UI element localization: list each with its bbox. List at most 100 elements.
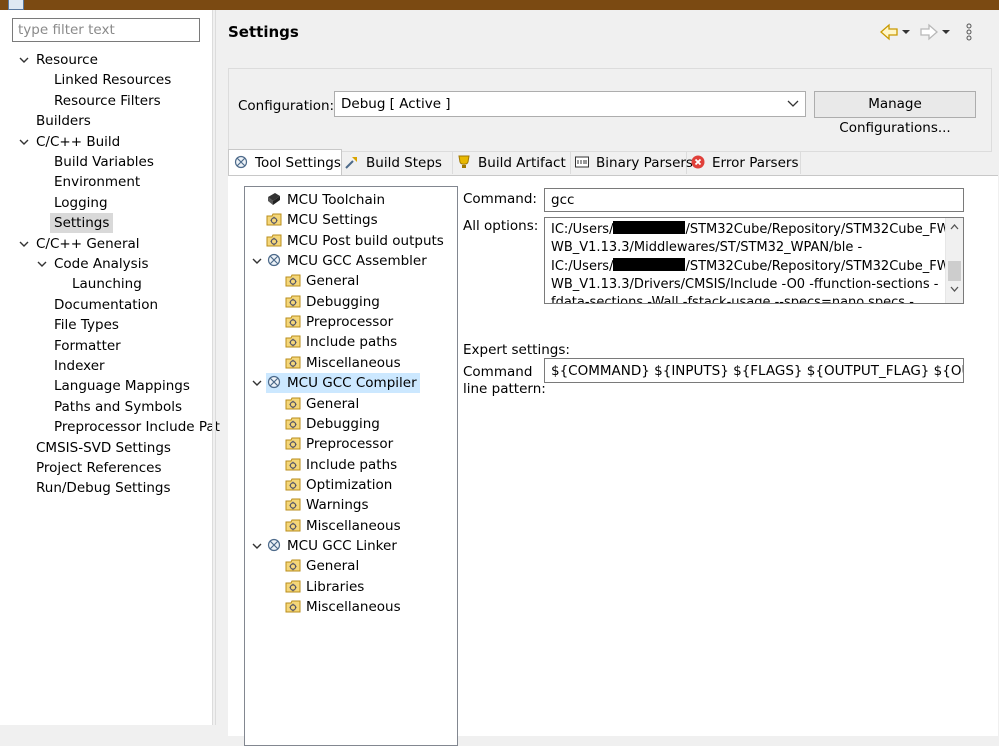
sidebar-item[interactable]: C/C++ General: [19, 234, 140, 254]
filter-input[interactable]: type filter text: [12, 18, 200, 42]
option-line: fdata-sections -Wall -fstack-usage --spe…: [551, 294, 937, 303]
sidebar-item[interactable]: Code Analysis: [37, 254, 148, 274]
tool-tree-item[interactable]: Include paths: [285, 332, 397, 352]
command-input[interactable]: gcc: [544, 188, 964, 212]
build-steps-icon: [344, 155, 366, 171]
tool-tree-item[interactable]: MCU GCC Assembler: [252, 251, 427, 271]
sidebar-item[interactable]: Environment: [54, 172, 140, 192]
tool-tree-label: Include paths: [306, 456, 398, 473]
tool-tree-label: Miscellaneous: [306, 354, 401, 371]
sidebar-item-label: Project References: [36, 460, 162, 476]
sidebar-item[interactable]: Language Mappings: [54, 376, 190, 396]
tool-tree-label: General: [306, 273, 360, 290]
back-dropdown-icon[interactable]: [902, 30, 910, 34]
sidebar-item[interactable]: Builders: [36, 111, 91, 131]
tab-label: Error Parsers: [712, 155, 799, 171]
scroll-down-icon[interactable]: [950, 286, 959, 293]
sidebar-item[interactable]: Formatter: [54, 336, 121, 356]
sidebar-item-label: CMSIS-SVD Settings: [36, 439, 171, 456]
tool-tree-item[interactable]: Libraries: [285, 577, 364, 597]
back-arrow-icon[interactable]: [880, 23, 898, 41]
sidebar-item[interactable]: Resource: [19, 50, 98, 70]
sidebar-item-label: Preprocessor Include Pat: [54, 419, 220, 436]
tool-tree-item[interactable]: Preprocessor: [285, 434, 393, 454]
sidebar-item[interactable]: Project References: [36, 458, 162, 478]
sidebar-item-label: C/C++ General: [36, 235, 140, 252]
chevron-down-icon[interactable]: [37, 259, 47, 269]
pattern-label-line1: Command: [463, 364, 533, 380]
sidebar-item[interactable]: Preprocessor Include Pat: [54, 417, 220, 437]
tool-tree-item[interactable]: MCU Post build outputs: [266, 231, 444, 251]
tool-tree-label: Warnings: [306, 497, 369, 514]
tool-tree-label: MCU GCC Linker: [287, 537, 397, 554]
sidebar-item-label: Linked Resources: [54, 72, 172, 89]
tool-tree-item[interactable]: MCU Toolchain: [266, 190, 385, 210]
tool-tree-label: MCU Post build outputs: [287, 232, 444, 249]
sidebar-item[interactable]: Indexer: [54, 356, 105, 376]
sidebar-item[interactable]: File Types: [54, 315, 119, 335]
forward-arrow-icon[interactable]: [920, 23, 938, 41]
configuration-select[interactable]: Debug [ Active ]: [334, 91, 806, 117]
tool-tree-item[interactable]: General: [285, 556, 359, 576]
sidebar-item[interactable]: Run/Debug Settings: [36, 478, 171, 498]
chevron-down-icon[interactable]: [19, 137, 29, 147]
settings-folder-icon: [285, 436, 306, 452]
sidebar-item-label: Documentation: [54, 296, 159, 313]
tool-tree-item[interactable]: General: [285, 271, 359, 291]
options-scrollbar[interactable]: [945, 218, 963, 303]
chevron-down-icon[interactable]: [19, 55, 29, 65]
tool-tree-item[interactable]: Debugging: [285, 414, 380, 434]
tab[interactable]: Tool Settings: [228, 149, 342, 176]
tool-tree-item[interactable]: Preprocessor: [285, 312, 393, 332]
tool-tree-item[interactable]: MCU GCC Linker: [252, 536, 397, 556]
tool-tree-item[interactable]: Debugging: [285, 292, 380, 312]
all-options-textarea[interactable]: IC:/Users/ /STM32Cube/Repository/STM32Cub…: [544, 217, 964, 304]
chevron-down-icon[interactable]: [252, 256, 262, 266]
tool-tree-item[interactable]: General: [285, 394, 359, 414]
settings-folder-icon: [285, 457, 306, 473]
chevron-down-icon[interactable]: [252, 541, 262, 551]
tool-tree-item[interactable]: Include paths: [285, 455, 397, 475]
tool-tree-item[interactable]: MCU GCC Compiler: [252, 373, 420, 394]
scrollbar-thumb[interactable]: [948, 261, 961, 281]
option-text: IC:/Users/: [551, 222, 614, 237]
view-menu-icon[interactable]: [966, 23, 972, 41]
settings-folder-icon: [285, 355, 306, 371]
sidebar-item[interactable]: Logging: [54, 193, 108, 213]
chevron-down-icon: [787, 100, 799, 107]
tab-label: Tool Settings: [255, 155, 341, 171]
tab[interactable]: Binary Parsers: [570, 152, 693, 174]
tool-tree-item[interactable]: Miscellaneous: [285, 516, 401, 536]
sidebar-item[interactable]: Launching: [72, 274, 142, 294]
chevron-down-icon[interactable]: [19, 239, 29, 249]
tool-tree-item[interactable]: MCU Settings: [266, 210, 378, 230]
sidebar-item[interactable]: Resource Filters: [54, 91, 161, 111]
settings-folder-icon: [285, 334, 306, 350]
tool-tree-item[interactable]: Miscellaneous: [285, 353, 401, 373]
tool-tree-item[interactable]: Warnings: [285, 495, 369, 515]
sidebar-item[interactable]: Documentation: [54, 295, 158, 315]
chevron-down-icon[interactable]: [252, 378, 262, 388]
option-line: WB_V1.13.3/Middlewares/ST/STM32_WPAN/ble…: [551, 239, 937, 257]
forward-dropdown-icon[interactable]: [942, 30, 950, 34]
option-line: IC:/Users/ /STM32Cube/Repository/STM32Cub…: [551, 221, 956, 239]
tool-tree-label: MCU GCC Compiler: [287, 375, 417, 392]
sidebar-item[interactable]: Linked Resources: [54, 70, 171, 90]
settings-folder-icon: [285, 314, 306, 330]
tab[interactable]: Build Artifact: [452, 152, 571, 174]
sidebar-item[interactable]: C/C++ Build: [19, 132, 120, 152]
command-line-pattern-input[interactable]: ${COMMAND} ${INPUTS} ${FLAGS} ${OUTPUT_F…: [544, 358, 964, 383]
sidebar-item[interactable]: Build Variables: [54, 152, 154, 172]
settings-folder-icon: [285, 599, 306, 615]
tool-tree-item[interactable]: Miscellaneous: [285, 597, 401, 617]
sidebar-item[interactable]: CMSIS-SVD Settings: [36, 438, 171, 458]
sidebar-item[interactable]: Paths and Symbols: [54, 397, 182, 417]
sidebar-item[interactable]: Settings: [50, 213, 114, 234]
manage-configurations-button[interactable]: Manage Configurations...: [814, 91, 976, 136]
tool-icon: [266, 375, 287, 391]
tab[interactable]: Build Steps: [340, 152, 453, 174]
binary-parsers-icon: [574, 155, 596, 171]
tab[interactable]: Error Parsers: [686, 152, 801, 174]
scroll-up-icon[interactable]: [950, 223, 959, 230]
tool-tree-item[interactable]: Optimization: [285, 475, 392, 495]
